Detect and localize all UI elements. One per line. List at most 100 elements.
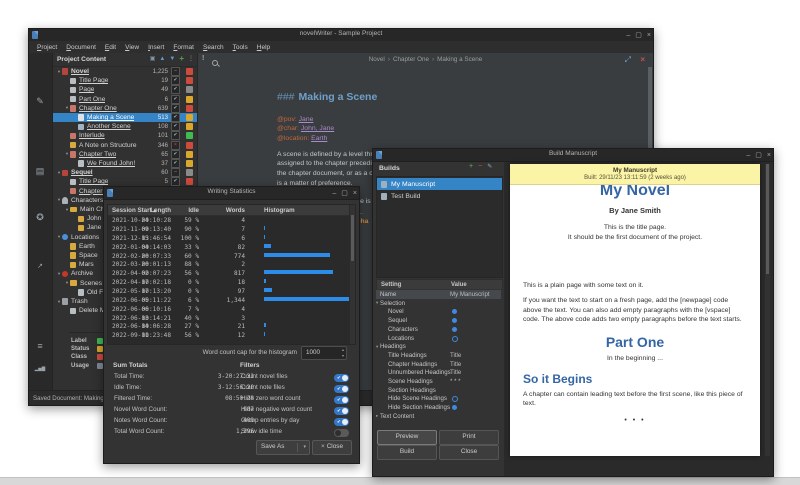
filter-toggle[interactable] — [334, 429, 349, 437]
active-checkbox[interactable]: ✔ — [171, 131, 180, 140]
session-row[interactable]: 2022-04-1700:02:180 %18 — [108, 278, 349, 287]
stats-close-button[interactable]: ×Close — [312, 440, 352, 455]
novel-view-icon[interactable]: ✪ — [33, 211, 47, 224]
edit-build-icon[interactable]: ✎ — [487, 163, 492, 170]
setting-section-headings[interactable]: Section Headings — [376, 386, 501, 395]
move-down-icon[interactable]: ▼ — [169, 55, 175, 64]
filter-toggle[interactable] — [334, 374, 349, 382]
add-build-icon[interactable]: + — [469, 163, 473, 170]
tree-item-we-found-john-[interactable]: We Found John!37✔ — [53, 159, 197, 168]
setting-unnumbered-headings[interactable]: Unnumbered HeadingsTitle — [376, 368, 501, 377]
minimize-icon[interactable]: – — [332, 190, 336, 197]
session-row[interactable]: 2022-03-2000:01:1388 %2 — [108, 260, 349, 269]
active-checkbox[interactable]: ✔ — [171, 150, 180, 159]
setting-name[interactable]: NameMy Manuscript — [376, 290, 501, 299]
group-expander-icon[interactable]: ▾ — [376, 300, 378, 306]
tree-item-page[interactable]: Page49✔ — [53, 85, 197, 94]
close-button[interactable]: Close — [439, 445, 499, 460]
close-icon[interactable]: × — [647, 32, 651, 39]
menu-project[interactable]: Project — [33, 43, 61, 52]
menu-insert[interactable]: Insert — [144, 43, 168, 52]
tree-item-chapter-two[interactable]: ▾Chapter Two65✔ — [53, 150, 197, 159]
setting-selection[interactable]: ▾Selection — [376, 299, 501, 308]
group-expander-icon[interactable]: ▾ — [376, 344, 378, 350]
maximize-icon[interactable]: ▢ — [755, 152, 762, 159]
active-checkbox[interactable]: ✔ — [171, 159, 180, 168]
close-icon[interactable]: × — [353, 190, 357, 197]
setting-hide-scene-headings[interactable]: Hide Scene Headings — [376, 394, 501, 403]
close-document-icon[interactable]: × — [640, 55, 645, 64]
project-tree-icon[interactable]: ▤ — [33, 165, 47, 178]
stats-titlebar[interactable]: Writing Statistics –▢× — [104, 187, 359, 200]
session-row[interactable]: 2022-06-0500:11:226 %1,344 — [108, 296, 349, 305]
save-as-dropdown-icon[interactable]: ▾ — [303, 441, 306, 453]
active-checkbox[interactable]: ✔ — [171, 113, 180, 122]
filter-toggle[interactable] — [334, 396, 349, 404]
active-checkbox[interactable]: ✔ — [171, 95, 180, 104]
column-header-histogram[interactable]: Histogram — [264, 207, 295, 214]
minimize-icon[interactable]: – — [626, 32, 630, 39]
tag-value-link[interactable]: John, Jane — [301, 125, 334, 132]
active-checkbox[interactable]: – — [171, 168, 180, 177]
build-button[interactable]: Build — [377, 445, 437, 460]
active-checkbox[interactable]: ✔ — [171, 76, 180, 85]
menu-edit[interactable]: Edit — [101, 43, 120, 52]
setting-novel[interactable]: Novel — [376, 307, 501, 316]
active-checkbox[interactable]: ✔ — [171, 122, 180, 131]
edit-document-icon[interactable]: ✎ — [33, 95, 47, 108]
breadcrumb-part[interactable]: Making a Scene — [437, 56, 482, 63]
session-row[interactable]: 2021-10-2400:10:2859 %4 — [108, 216, 349, 225]
spinner-arrows-icon[interactable]: ▴▾ — [342, 347, 344, 359]
session-row[interactable]: 2022-04-0200:07:2356 %817 — [108, 269, 349, 278]
active-checkbox[interactable]: – — [171, 67, 180, 76]
session-row[interactable]: 2022-05-1700:13:200 %97 — [108, 287, 349, 296]
session-row[interactable]: 2022-06-1300:14:2140 %3 — [108, 313, 349, 322]
save-as-button[interactable]: Save As ▾ — [256, 440, 310, 455]
filter-toggle[interactable] — [334, 418, 349, 426]
maximize-icon[interactable]: ▢ — [635, 32, 642, 39]
build-item-my-manuscript[interactable]: My Manuscript — [377, 178, 502, 190]
tree-item-making-a-scene[interactable]: Making a Scene513✔ — [53, 113, 197, 122]
tag-value-link[interactable]: Jane — [299, 116, 314, 123]
close-icon[interactable]: × — [767, 152, 771, 159]
active-checkbox[interactable]: ✔ — [171, 104, 180, 113]
setting-headings[interactable]: ▾Headings — [376, 342, 501, 351]
move-up-icon[interactable]: ▲ — [159, 55, 165, 64]
session-row[interactable]: 2021-11-0900:13:4090 %7 — [108, 225, 349, 234]
remove-build-icon[interactable]: − — [478, 163, 482, 170]
minimize-icon[interactable]: – — [746, 152, 750, 159]
tree-item-interlude[interactable]: Interlude101✔ — [53, 131, 197, 140]
cap-spinner[interactable]: 1000 ▴▾ — [301, 346, 347, 360]
preview-scrollbar[interactable] — [765, 164, 770, 456]
setting-scene-headings[interactable]: Scene Headings* * * — [376, 377, 501, 386]
expand-editor-icon[interactable]: ⤢ — [625, 55, 631, 64]
filter-toggle[interactable] — [334, 407, 349, 415]
sessions-table-header[interactable]: Session Start ▴LengthIdleWordsHistogram — [108, 205, 349, 216]
tree-item-part-one[interactable]: Part One6✔ — [53, 95, 197, 104]
writing-stats-icon[interactable]: ▂▅▇ — [33, 362, 47, 375]
tree-item-a-note-on-structure[interactable]: A Note on Structure346× — [53, 141, 197, 150]
active-checkbox[interactable]: ✔ — [171, 85, 180, 94]
print-button[interactable]: Print — [439, 430, 499, 445]
menu-format[interactable]: Format — [169, 43, 198, 52]
setting-hide-section-headings[interactable]: Hide Section Headings — [376, 403, 501, 412]
session-row[interactable]: 2021-12-1503:46:54100 %6 — [108, 234, 349, 243]
column-header-idle[interactable]: Idle — [188, 207, 199, 214]
tree-item-title-page[interactable]: Title Page19✔ — [53, 76, 197, 85]
session-row[interactable]: 2022-01-0400:14:0333 %82 — [108, 243, 349, 252]
setting-sequel[interactable]: Sequel — [376, 316, 501, 325]
preview-button[interactable]: Preview — [377, 430, 437, 445]
menu-help[interactable]: Help — [253, 43, 274, 52]
sessions-table[interactable]: Session Start ▴LengthIdleWordsHistogram … — [107, 204, 356, 345]
column-header-length[interactable]: Length — [150, 207, 171, 214]
tree-item-sequel[interactable]: ▾Sequel60– — [53, 168, 197, 177]
setting-locations[interactable]: Locations — [376, 334, 501, 343]
maximize-icon[interactable]: ▢ — [341, 190, 348, 197]
menu-view[interactable]: View — [121, 43, 143, 52]
tag-value-link[interactable]: Earth — [311, 135, 327, 142]
build-titlebar[interactable]: Build Manuscript –▢× — [373, 149, 773, 162]
session-row[interactable]: 2022-09-1100:23:4856 %12 — [108, 331, 349, 340]
tree-item-chapter-one[interactable]: ▾Chapter One639✔ — [53, 104, 197, 113]
session-row[interactable]: 2022-06-0600:10:167 %4 — [108, 305, 349, 314]
setting-title-headings[interactable]: Title HeadingsTitle — [376, 351, 501, 360]
